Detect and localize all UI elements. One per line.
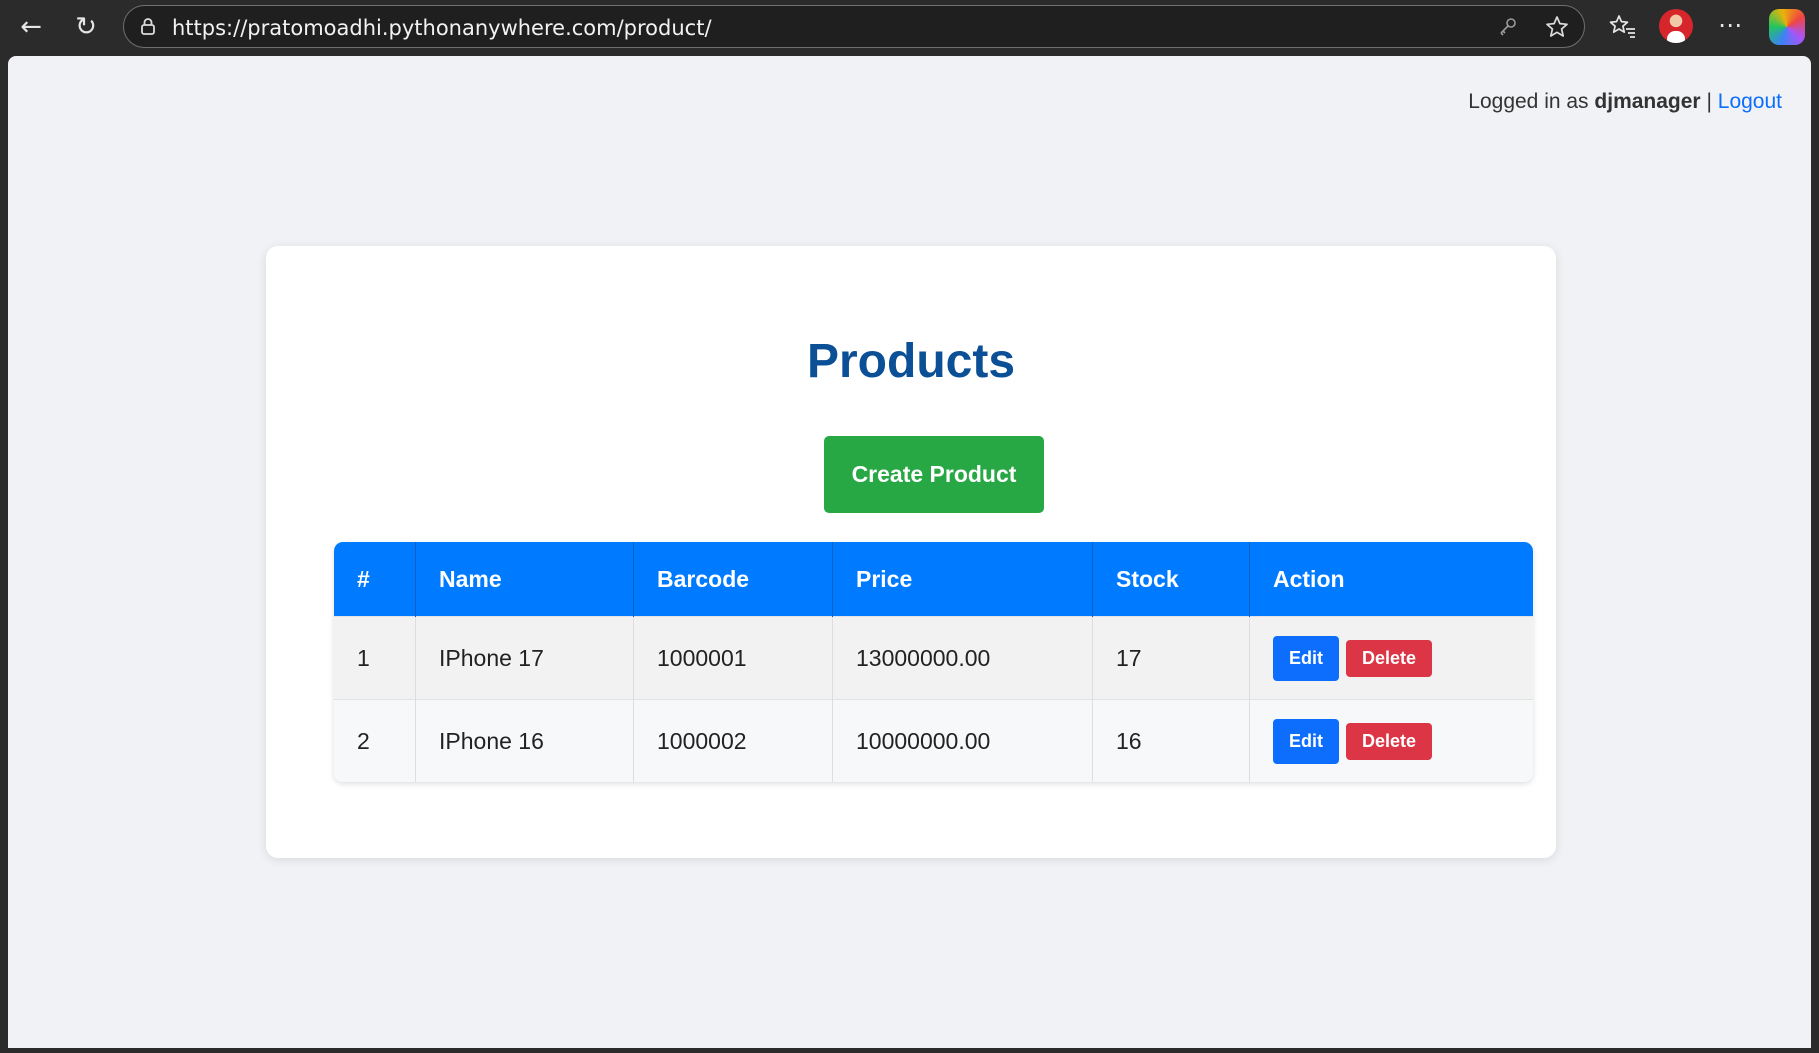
delete-button[interactable]: Delete bbox=[1346, 722, 1432, 760]
page-viewport: Logged in as djmanager | Logout Products… bbox=[8, 56, 1811, 1048]
column-header-price: Price bbox=[832, 542, 1093, 617]
column-header-stock: Stock bbox=[1092, 542, 1250, 617]
column-header-barcode: Barcode bbox=[633, 542, 833, 617]
product-price: 10000000.00 bbox=[832, 699, 1093, 782]
row-number: 1 bbox=[334, 616, 416, 700]
product-price: 13000000.00 bbox=[832, 616, 1093, 700]
products-card: Products Create Product # Name Barcode P… bbox=[266, 246, 1556, 858]
more-options-icon[interactable]: ⋯ bbox=[1714, 12, 1746, 42]
star-icon[interactable] bbox=[1544, 14, 1570, 40]
table-header-row: # Name Barcode Price Stock Action bbox=[334, 542, 1533, 617]
username: djmanager bbox=[1594, 90, 1701, 113]
key-icon[interactable] bbox=[1496, 15, 1520, 39]
product-name: IPhone 16 bbox=[415, 699, 634, 782]
lock-icon bbox=[141, 18, 155, 35]
row-actions: Edit Delete bbox=[1249, 699, 1533, 782]
edit-button[interactable]: Edit bbox=[1273, 718, 1339, 764]
logout-link[interactable]: Logout bbox=[1718, 90, 1782, 113]
delete-button[interactable]: Delete bbox=[1346, 639, 1432, 677]
profile-avatar[interactable] bbox=[1659, 9, 1693, 43]
table-row: 2 IPhone 16 1000002 10000000.00 16 Edit D… bbox=[334, 699, 1533, 782]
row-actions: Edit Delete bbox=[1249, 616, 1533, 700]
products-table-container: # Name Barcode Price Stock Action 1 IPho… bbox=[334, 542, 1533, 782]
edit-button[interactable]: Edit bbox=[1273, 635, 1339, 681]
product-barcode: 1000001 bbox=[633, 616, 833, 700]
url-text[interactable]: https://pratomoadhi.pythonanywhere.com/p… bbox=[172, 16, 712, 40]
products-table: # Name Barcode Price Stock Action 1 IPho… bbox=[334, 542, 1533, 782]
back-arrow-icon[interactable]: ← bbox=[12, 8, 50, 46]
product-barcode: 1000002 bbox=[633, 699, 833, 782]
product-name: IPhone 17 bbox=[415, 616, 634, 700]
browser-toolbar: ← ↻ https://pratomoadhi.pythonanywhere.c… bbox=[0, 0, 1819, 54]
column-header-number: # bbox=[334, 542, 416, 617]
address-bar[interactable]: https://pratomoadhi.pythonanywhere.com/p… bbox=[123, 5, 1585, 48]
column-header-action: Action bbox=[1249, 542, 1533, 617]
product-stock: 16 bbox=[1092, 699, 1250, 782]
row-number: 2 bbox=[334, 699, 416, 782]
reload-icon[interactable]: ↻ bbox=[67, 8, 105, 46]
favorites-icon[interactable] bbox=[1607, 12, 1637, 42]
login-info: Logged in as djmanager | Logout bbox=[1468, 90, 1782, 114]
copilot-icon[interactable] bbox=[1769, 9, 1805, 45]
logged-in-prefix: Logged in as bbox=[1468, 90, 1589, 113]
product-stock: 17 bbox=[1092, 616, 1250, 700]
column-header-name: Name bbox=[415, 542, 634, 617]
table-row: 1 IPhone 17 1000001 13000000.00 17 Edit D… bbox=[334, 616, 1533, 700]
page-title: Products bbox=[806, 335, 1016, 388]
login-separator: | bbox=[1706, 90, 1712, 113]
create-product-button[interactable]: Create Product bbox=[824, 436, 1044, 513]
